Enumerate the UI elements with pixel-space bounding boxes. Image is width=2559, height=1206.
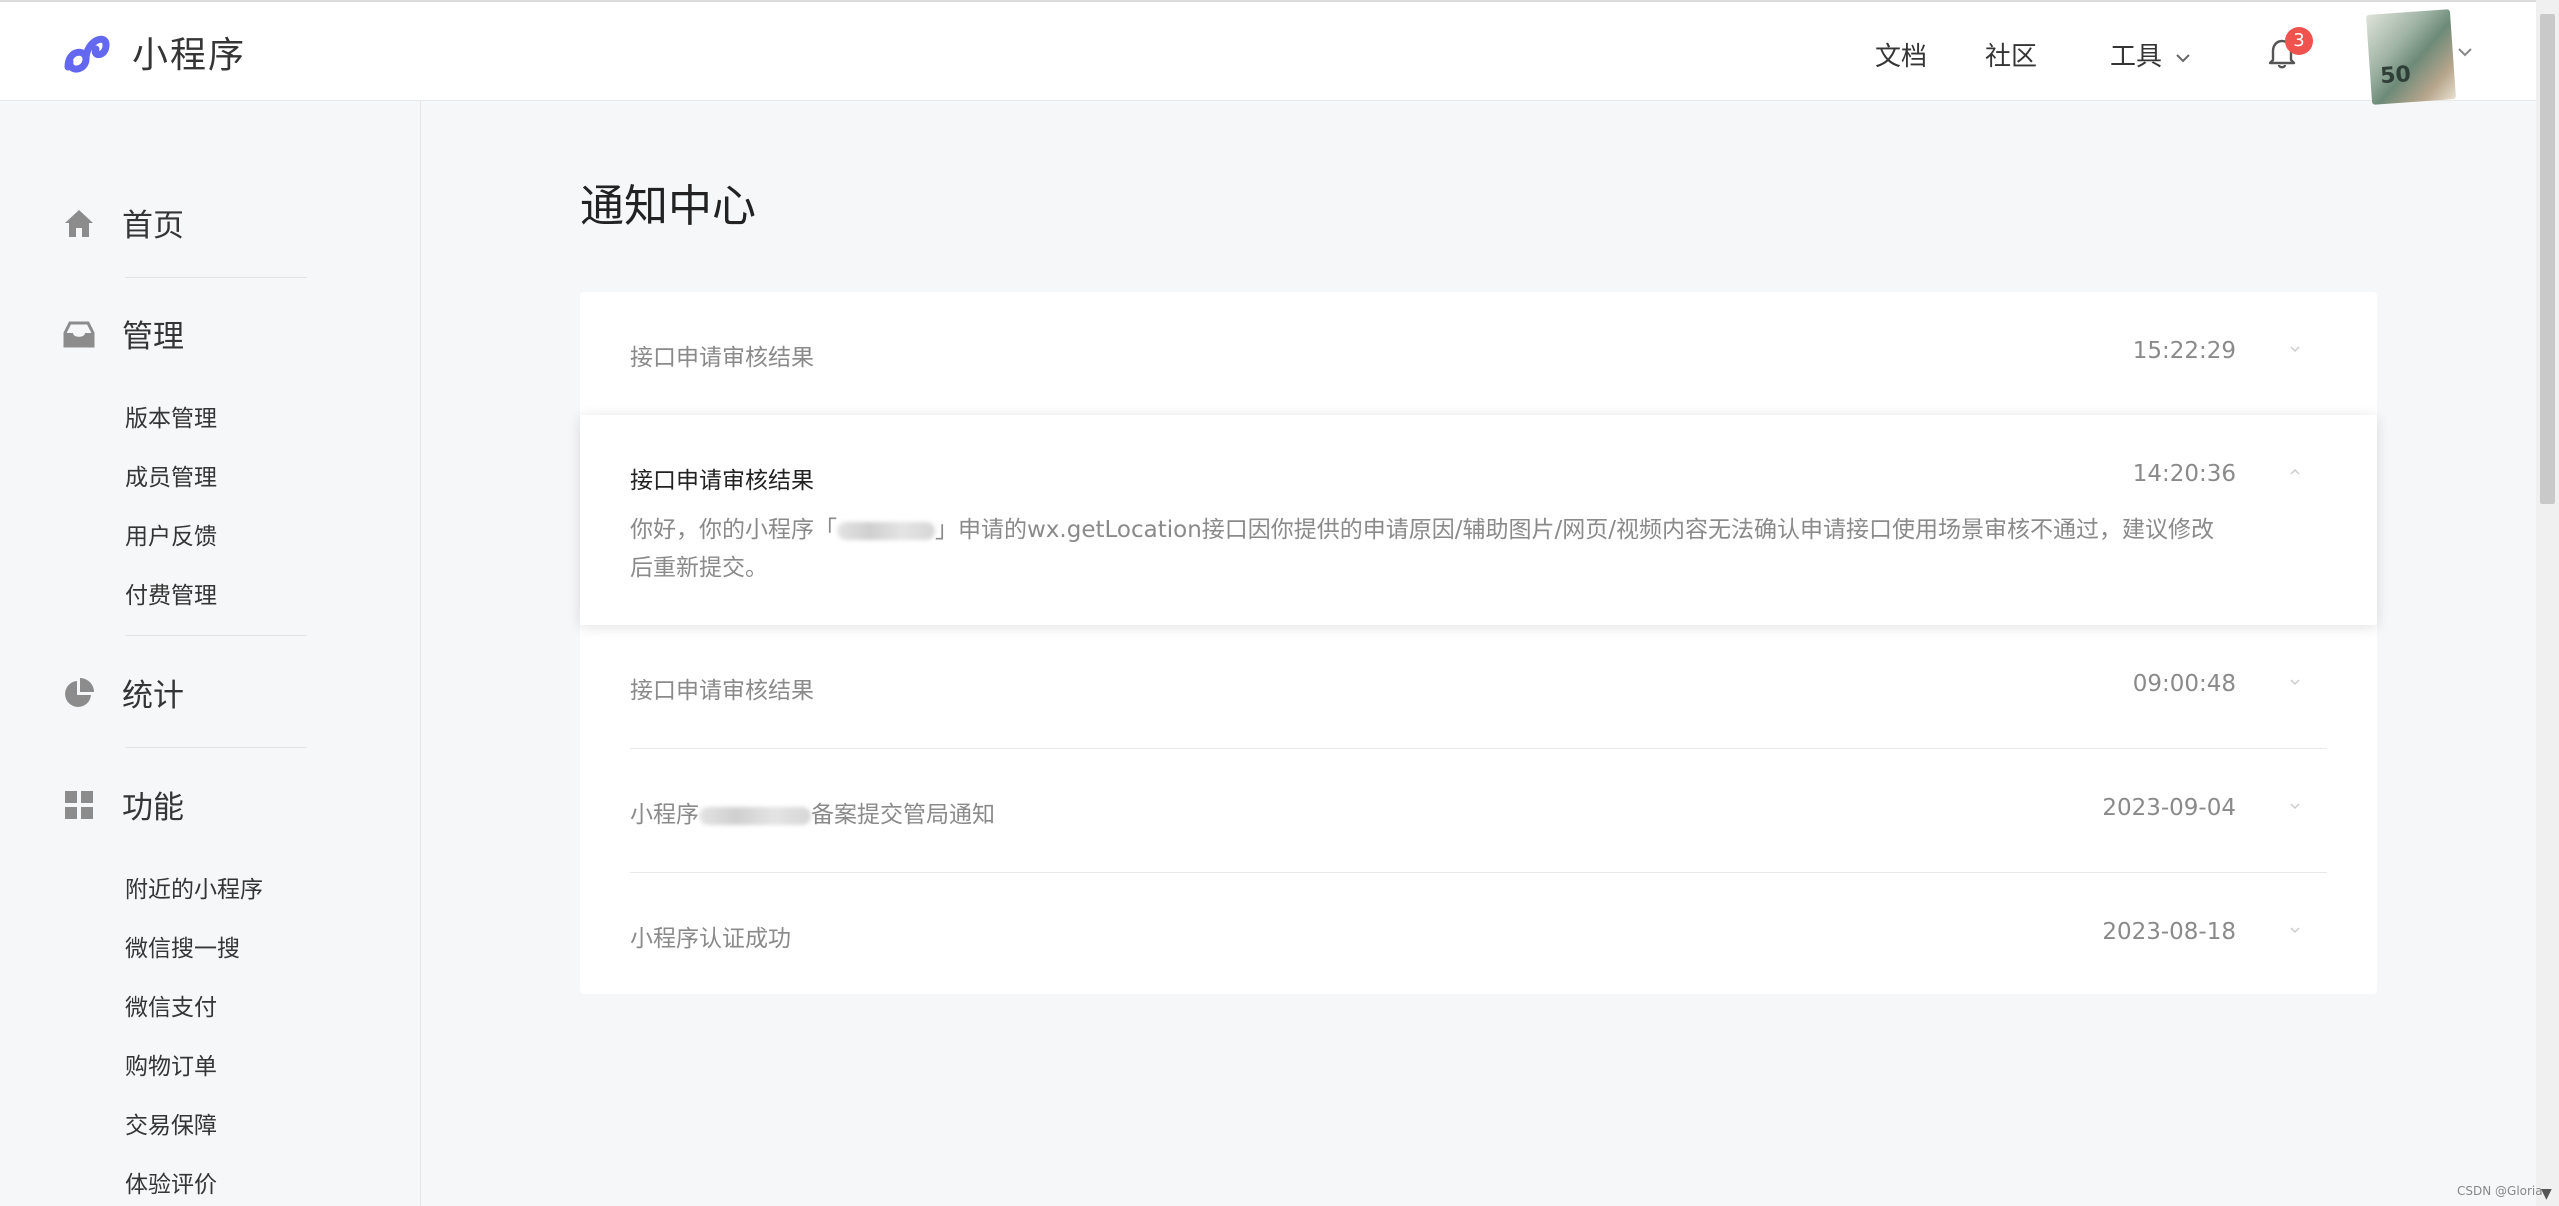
sidebar-subitem-orders[interactable]: 购物订单	[125, 1047, 217, 1081]
sidebar-item-manage[interactable]: 管理	[62, 311, 184, 356]
sidebar-item-features[interactable]: 功能	[62, 782, 184, 827]
avatar-text: 50	[2379, 62, 2412, 90]
nav-docs[interactable]: 文档	[1875, 36, 1927, 73]
mini-program-logo-icon	[64, 35, 110, 73]
sidebar-subitem-members[interactable]: 成员管理	[125, 458, 217, 492]
notification-body-prefix: 你好，你的小程序「	[630, 517, 837, 543]
logo[interactable]: 小程序	[62, 26, 246, 78]
notification-title: 接口申请审核结果	[630, 678, 814, 704]
sidebar-item-label: 功能	[122, 790, 184, 826]
sidebar-item-home[interactable]: 首页	[62, 200, 184, 245]
redacted-name	[837, 521, 935, 540]
inbox-icon	[63, 321, 95, 347]
redacted-name	[699, 806, 811, 825]
notification-item[interactable]: 接口申请审核结果 09:00:48	[580, 625, 2377, 748]
scrollbar-thumb[interactable]	[2540, 14, 2555, 504]
notification-time: 2023-09-04	[2102, 795, 2236, 821]
top-bar: 小程序 文档 社区 工具 3 50	[0, 0, 2536, 105]
notification-time: 2023-08-18	[2102, 919, 2236, 945]
pie-chart-icon	[65, 677, 94, 707]
page-title: 通知中心	[580, 181, 756, 232]
home-icon	[65, 209, 93, 237]
notification-title: 小程序认证成功	[630, 926, 791, 952]
notification-time: 15:22:29	[2132, 338, 2236, 364]
sidebar-subitem-nearby[interactable]: 附近的小程序	[125, 870, 263, 904]
sidebar-subitem-search[interactable]: 微信搜一搜	[125, 929, 240, 963]
chevron-down-icon	[2176, 53, 2190, 62]
notification-item-expanded[interactable]: 接口申请审核结果 14:20:36 你好，你的小程序「 」申请的wx.getLoc…	[580, 415, 2377, 625]
caret-down-icon	[2290, 679, 2300, 686]
caret-up-icon	[2290, 468, 2300, 475]
grid-icon	[65, 790, 93, 819]
notification-time: 14:20:36	[2132, 461, 2236, 487]
sidebar-item-stats[interactable]: 统计	[62, 670, 184, 715]
sidebar-item-label: 管理	[122, 319, 184, 355]
caret-down-icon	[2290, 803, 2300, 810]
avatar[interactable]: 50	[2365, 9, 2457, 105]
notification-title-suffix: 备案提交管局通知	[811, 802, 995, 828]
nav-tools-label: 工具	[2110, 42, 2163, 72]
notification-time: 09:00:48	[2132, 671, 2236, 697]
sidebar-subitem-experience[interactable]: 体验评价	[125, 1165, 217, 1199]
sidebar-divider	[125, 747, 307, 748]
notification-badge: 3	[2285, 27, 2313, 55]
sidebar: 首页 管理 版本管理 成员管理 用户反馈 付费管理 统计 功能 附近的小程序 微…	[0, 100, 421, 1206]
sidebar-divider	[125, 277, 307, 278]
notification-title-prefix: 小程序	[630, 802, 699, 828]
sidebar-subitem-wechat-pay[interactable]: 微信支付	[125, 988, 217, 1022]
watermark: CSDN @Gloria	[2457, 1184, 2543, 1198]
notification-title: 接口申请审核结果	[630, 468, 814, 494]
sidebar-subitem-version[interactable]: 版本管理	[125, 399, 217, 433]
sidebar-subitem-trade-guarantee[interactable]: 交易保障	[125, 1106, 217, 1140]
notification-item[interactable]: 接口申请审核结果 15:22:29	[580, 292, 2377, 415]
sidebar-subitem-feedback[interactable]: 用户反馈	[125, 517, 217, 551]
nav-community[interactable]: 社区	[1985, 36, 2037, 73]
notification-item[interactable]: 小程序认证成功 2023-08-18	[580, 873, 2377, 994]
notification-body: 你好，你的小程序「 」申请的wx.getLocation接口因你提供的申请原因/辅…	[630, 511, 2230, 587]
avatar-chevron-down-icon[interactable]	[2456, 46, 2474, 58]
caret-down-icon	[2290, 346, 2300, 353]
nav-tools[interactable]: 工具	[2110, 36, 2192, 73]
caret-down-icon	[2290, 927, 2300, 934]
notification-title: 接口申请审核结果	[630, 345, 814, 371]
sidebar-divider	[125, 635, 307, 636]
notification-item[interactable]: 小程序 备案提交管局通知 2023-09-04	[580, 749, 2377, 872]
notification-title: 小程序 备案提交管局通知	[630, 795, 995, 829]
logo-text: 小程序	[132, 35, 247, 76]
sidebar-item-label: 首页	[122, 208, 184, 244]
sidebar-item-label: 统计	[122, 678, 184, 714]
sidebar-subitem-payment[interactable]: 付费管理	[125, 576, 217, 610]
notification-list: 接口申请审核结果 15:22:29 接口申请审核结果 09:00:48 小程序 备…	[580, 292, 2377, 994]
